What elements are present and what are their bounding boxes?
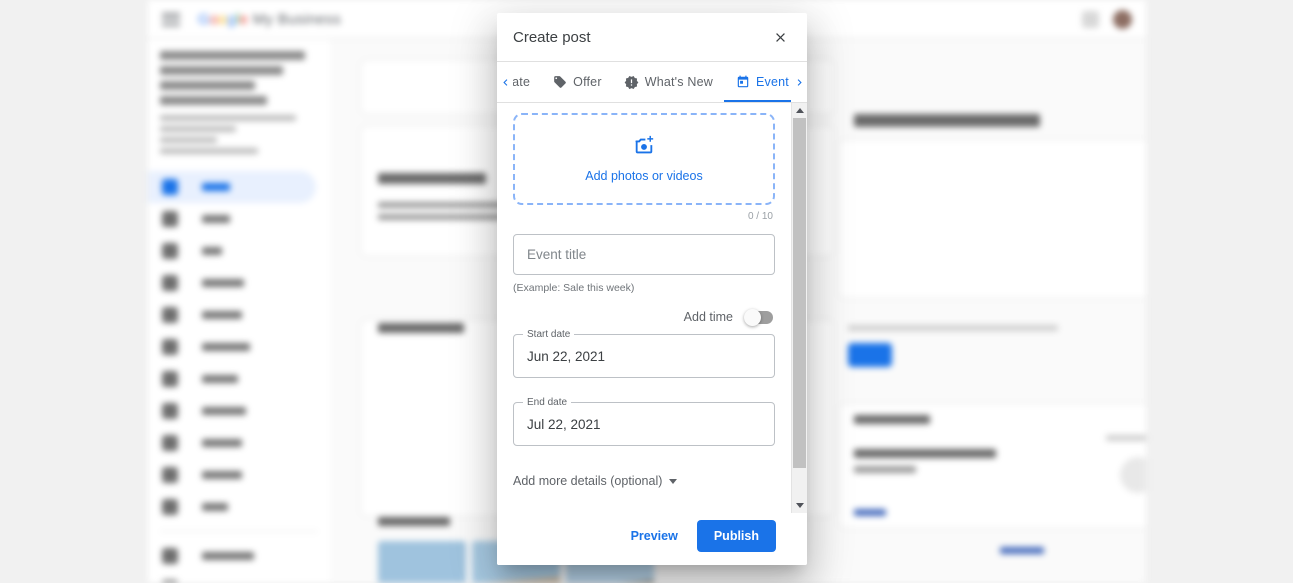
start-date-field[interactable]: Start date Jun 22, 2021 — [513, 329, 775, 378]
reviews-icon — [162, 307, 178, 323]
photos-icon — [162, 371, 178, 387]
sidebar-item-home[interactable] — [148, 171, 316, 203]
alert-badge-icon — [624, 75, 639, 90]
messages-icon — [162, 339, 178, 355]
sidebar-item-users[interactable] — [148, 491, 330, 523]
start-date-value: Jun 22, 2021 — [527, 348, 606, 364]
close-icon[interactable] — [767, 24, 793, 50]
tab-update[interactable]: date — [513, 62, 541, 102]
right-card-outline — [838, 139, 1146, 299]
tab-label: Event — [756, 75, 789, 89]
add-photos-dropzone[interactable]: Add photos or videos — [513, 113, 775, 205]
business-summary — [148, 39, 330, 165]
scroll-up-arrow-icon[interactable] — [792, 103, 807, 118]
section-body-line — [378, 214, 502, 220]
add-time-row: Add time — [513, 308, 775, 326]
post-type-tabs: date Offer What's New — [497, 62, 807, 103]
sidebar-nav — [148, 171, 330, 583]
sidebar-item-messages[interactable] — [148, 331, 330, 363]
create-post-dialog: Create post date — [497, 13, 807, 565]
toggle-knob — [744, 308, 761, 326]
sidebar-item-services[interactable] — [148, 427, 330, 459]
right-primary-button[interactable] — [848, 343, 892, 367]
sidebar-item-photos[interactable] — [148, 363, 330, 395]
sidebar-item-info[interactable] — [148, 235, 330, 267]
dialog-title: Create post — [513, 28, 591, 46]
chevron-left-icon[interactable] — [497, 62, 513, 102]
section-heading — [378, 173, 486, 184]
end-date-value: Jul 22, 2021 — [527, 416, 601, 432]
right-footnote — [848, 325, 1058, 331]
calendar-icon — [735, 75, 750, 90]
preview-button[interactable]: Preview — [621, 521, 688, 551]
posts-icon — [162, 211, 178, 227]
sidebar-item-posts[interactable] — [148, 203, 330, 235]
tab-whats-new[interactable]: What's New — [613, 62, 724, 102]
sidebar-item-website[interactable] — [148, 459, 330, 491]
sidebar-item-create-ad[interactable] — [148, 540, 330, 572]
tab-label: What's New — [644, 75, 713, 89]
hamburger-menu-icon[interactable] — [162, 12, 180, 26]
apps-grid-icon[interactable] — [1082, 11, 1099, 28]
website-icon — [162, 467, 178, 483]
right-lower-line — [854, 466, 916, 473]
dialog-header: Create post — [497, 13, 807, 62]
add-time-toggle[interactable] — [744, 308, 773, 326]
end-date-field[interactable]: End date Jul 22, 2021 — [513, 397, 775, 446]
tab-offer[interactable]: Offer — [541, 62, 613, 102]
add-more-details-label: Add more details (optional) — [513, 474, 663, 488]
tab-label: date — [513, 75, 531, 89]
sidebar-item-reviews[interactable] — [148, 299, 330, 331]
photo-thumbnail[interactable] — [378, 541, 466, 583]
dialog-body: Add photos or videos 0 / 10 (Example: Sa… — [497, 103, 791, 513]
info-icon — [162, 243, 178, 259]
right-lower-link — [1000, 547, 1044, 554]
right-lower-thumb-label — [1106, 435, 1146, 441]
top-bar-actions — [1082, 10, 1132, 29]
chevron-down-icon — [669, 478, 678, 484]
photo-counter: 0 / 10 — [747, 211, 773, 222]
tab-label: Offer — [573, 75, 602, 89]
sidebar-divider — [160, 531, 318, 532]
scroll-down-arrow-icon[interactable] — [792, 498, 807, 513]
start-date-label: Start date — [523, 329, 575, 340]
right-lower-heading — [854, 415, 930, 424]
right-lower-line — [854, 449, 996, 458]
scrollbar-thumb[interactable] — [793, 118, 806, 468]
performance-heading — [378, 323, 464, 333]
dialog-footer: Preview Publish — [497, 513, 807, 565]
add-time-label: Add time — [683, 310, 733, 324]
chevron-right-icon[interactable] — [791, 62, 807, 102]
insights-icon — [162, 275, 178, 291]
sidebar-item-add-location[interactable] — [148, 572, 330, 583]
home-icon — [162, 179, 178, 195]
add-photo-icon — [631, 135, 657, 162]
right-heading — [854, 114, 1040, 127]
sidebar — [148, 39, 330, 583]
sidebar-item-insights[interactable] — [148, 267, 330, 299]
event-title-hint: (Example: Sale this week) — [513, 282, 635, 294]
scrollbar-track[interactable] — [792, 118, 807, 498]
services-icon — [162, 435, 178, 451]
sidebar-item-products[interactable] — [148, 395, 330, 427]
add-more-details-toggle[interactable]: Add more details (optional) — [513, 474, 678, 488]
dialog-scrollbar[interactable] — [791, 103, 807, 513]
create-ad-icon — [162, 548, 178, 564]
tabs-scroller: date Offer What's New — [513, 62, 791, 102]
avatar[interactable] — [1113, 10, 1132, 29]
photos-heading — [378, 517, 450, 526]
users-icon — [162, 499, 178, 515]
end-date-label: End date — [523, 397, 572, 408]
tab-event[interactable]: Event — [724, 62, 791, 102]
publish-button[interactable]: Publish — [696, 520, 776, 552]
dialog-body-wrap: Add photos or videos 0 / 10 (Example: Sa… — [497, 103, 807, 513]
event-title-input[interactable] — [513, 234, 775, 275]
dropzone-label: Add photos or videos — [585, 169, 703, 183]
app-logo: Google My Business — [198, 10, 342, 28]
products-icon — [162, 403, 178, 419]
tag-icon — [552, 75, 567, 90]
right-lower-link — [854, 509, 886, 516]
